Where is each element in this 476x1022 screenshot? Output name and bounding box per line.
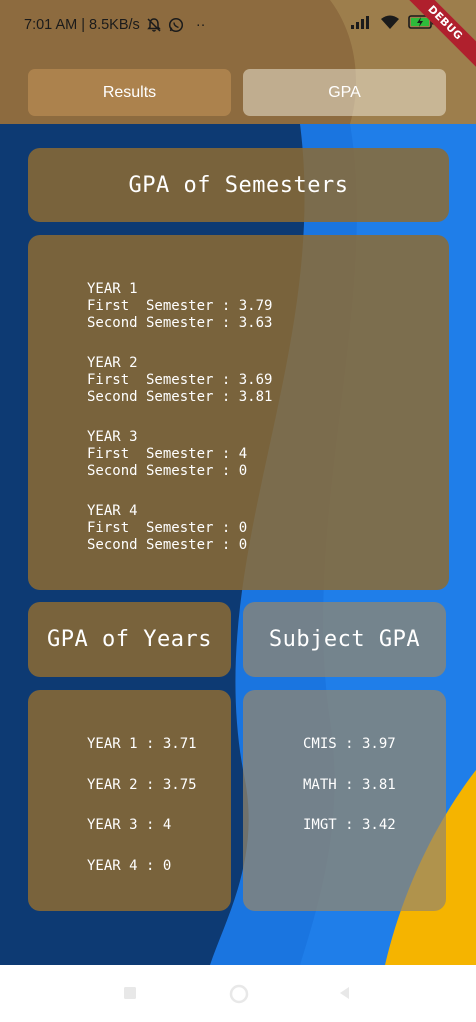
- subject-gpa-item: IMGT : 3.42: [303, 817, 396, 833]
- year-block: YEAR 2 First Semester : 3.69 Second Seme…: [87, 355, 272, 406]
- more-notifications-indicator: ··: [195, 17, 206, 33]
- whatsapp-icon: [168, 17, 184, 33]
- first-semester-gpa: First Semester : 3.69: [87, 372, 273, 388]
- first-semester-gpa: First Semester : 4: [87, 446, 248, 462]
- semesters-title: GPA of Semesters: [128, 172, 349, 198]
- first-semester-gpa: First Semester : 3.79: [87, 298, 273, 314]
- subjects-title: Subject GPA: [268, 627, 421, 652]
- year-heading: YEAR 2: [87, 355, 138, 371]
- years-title: GPA of Years: [47, 627, 212, 652]
- subjects-title-card: Subject GPA: [243, 602, 446, 677]
- subjects-gpa-list: CMIS : 3.97 MATH : 3.81 IMGT : 3.42: [303, 736, 396, 858]
- subject-gpa-item: CMIS : 3.97: [303, 736, 396, 752]
- second-semester-gpa: Second Semester : 3.81: [87, 389, 273, 405]
- tab-gpa-label: GPA: [328, 83, 361, 101]
- subject-gpa-item: MATH : 3.81: [303, 776, 396, 793]
- tab-gpa[interactable]: GPA: [243, 69, 446, 116]
- recent-apps-icon[interactable]: [122, 985, 138, 1001]
- home-icon[interactable]: [229, 984, 249, 1004]
- signal-icon: [350, 15, 372, 29]
- semesters-card: YEAR 1 First Semester : 3.79 Second Seme…: [28, 235, 449, 590]
- back-icon[interactable]: [337, 985, 353, 1001]
- years-title-card: GPA of Years: [28, 602, 231, 677]
- year-gpa-item: YEAR 1 : 3.71: [87, 736, 197, 752]
- year-heading: YEAR 1: [87, 281, 138, 297]
- year-heading: YEAR 3: [87, 429, 138, 445]
- years-gpa-list: YEAR 1 : 3.71 YEAR 2 : 3.75 YEAR 3 : 4 Y…: [87, 736, 197, 898]
- years-gpa-card: YEAR 1 : 3.71 YEAR 2 : 3.75 YEAR 3 : 4 Y…: [28, 690, 231, 911]
- status-right: [350, 14, 436, 30]
- second-semester-gpa: Second Semester : 3.63: [87, 315, 273, 331]
- semesters-title-card: GPA of Semesters: [28, 148, 449, 222]
- status-bar: 7:01 AM | 8.5KB/s ·· DEBUG: [0, 0, 476, 76]
- status-left: 7:01 AM | 8.5KB/s ··: [24, 17, 205, 33]
- year-gpa-item: YEAR 2 : 3.75: [87, 776, 197, 793]
- semester-list: YEAR 1 First Semester : 3.79 Second Seme…: [87, 281, 272, 554]
- year-block: YEAR 1 First Semester : 3.79 Second Seme…: [87, 281, 272, 332]
- subjects-gpa-card: CMIS : 3.97 MATH : 3.81 IMGT : 3.42: [243, 690, 446, 911]
- year-gpa-item: YEAR 4 : 0: [87, 857, 172, 874]
- wifi-icon: [380, 14, 400, 30]
- second-semester-gpa: Second Semester : 0: [87, 463, 248, 479]
- year-heading: YEAR 4: [87, 503, 138, 519]
- second-semester-gpa: Second Semester : 0: [87, 537, 248, 553]
- system-nav-bar: [0, 965, 476, 1022]
- muted-bell-icon: [146, 17, 162, 33]
- tab-results-label: Results: [102, 83, 157, 101]
- first-semester-gpa: First Semester : 0: [87, 520, 248, 536]
- tab-results[interactable]: Results: [28, 69, 231, 116]
- year-block: YEAR 3 First Semester : 4 Second Semeste…: [87, 429, 272, 480]
- year-block: YEAR 4 First Semester : 0 Second Semeste…: [87, 503, 272, 554]
- year-gpa-item: YEAR 3 : 4: [87, 817, 172, 833]
- status-time-speed: 7:01 AM | 8.5KB/s: [24, 17, 140, 33]
